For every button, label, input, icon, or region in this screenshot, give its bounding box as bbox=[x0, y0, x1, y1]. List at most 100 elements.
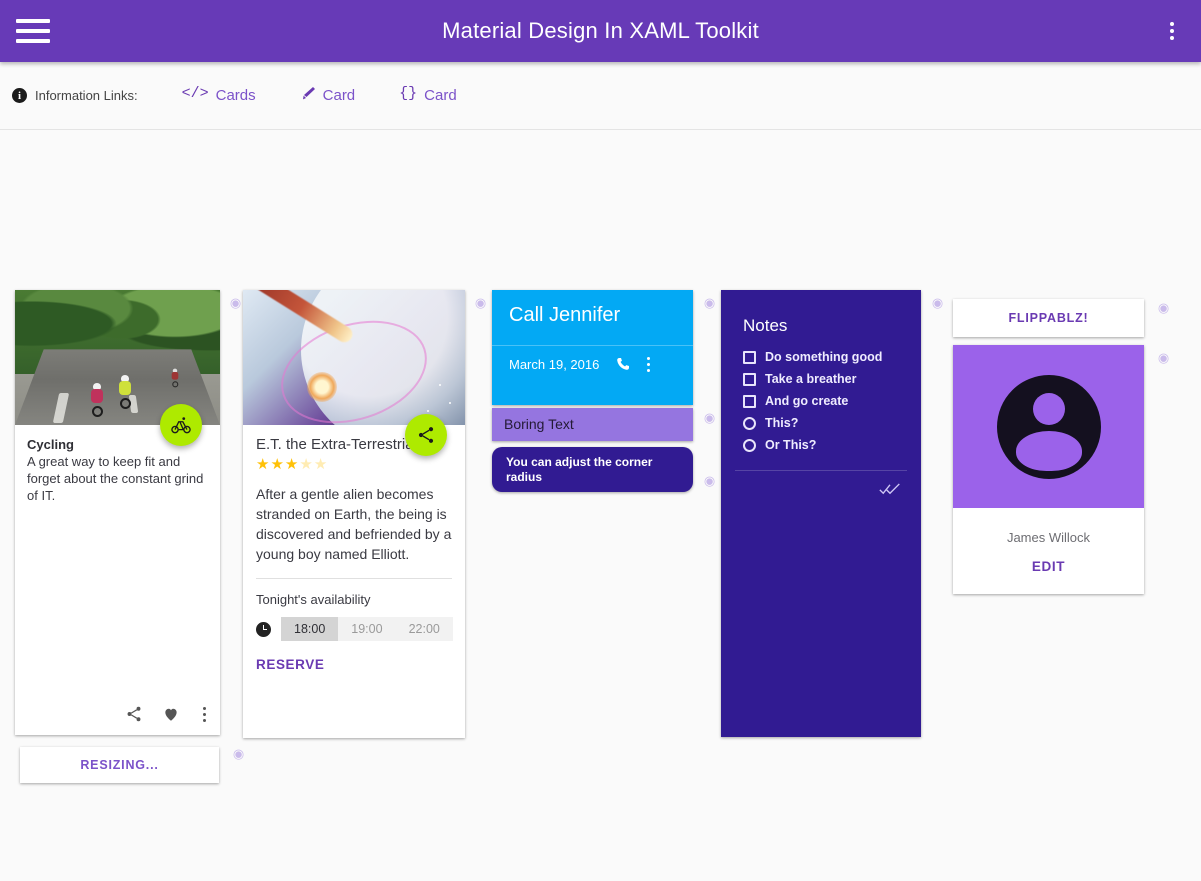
card-adorner[interactable]: ◉ bbox=[700, 411, 718, 426]
et-time-slots: 18:00 19:00 22:00 bbox=[243, 607, 465, 641]
et-photo bbox=[243, 290, 465, 425]
note-item[interactable]: And go create bbox=[743, 394, 921, 408]
time-slot-1900[interactable]: 19:00 bbox=[338, 617, 395, 641]
note-label: Take a breather bbox=[765, 372, 857, 386]
photo-cyclist bbox=[171, 368, 180, 388]
call-title: Call Jennifer bbox=[509, 304, 621, 326]
card-adorner[interactable]: ◉ bbox=[700, 296, 718, 311]
note-label: This? bbox=[765, 416, 799, 430]
note-item[interactable]: This? bbox=[743, 416, 921, 430]
card-notes[interactable]: Notes Do something good Take a breather … bbox=[721, 290, 921, 737]
kebab-dot bbox=[203, 712, 206, 716]
kebab-menu-icon[interactable] bbox=[1161, 20, 1183, 42]
card-boring-text[interactable]: Boring Text bbox=[492, 408, 693, 441]
torso bbox=[91, 389, 103, 403]
photo-star bbox=[439, 384, 441, 386]
card-adorner[interactable]: ◉ bbox=[1154, 301, 1172, 316]
card-et[interactable]: E.T. the Extra-Terrestrial ★★★★★ After a… bbox=[243, 290, 465, 738]
note-item[interactable]: Do something good bbox=[743, 350, 921, 364]
et-rating[interactable]: ★★★★★ bbox=[256, 457, 452, 472]
radio-icon[interactable] bbox=[743, 438, 756, 452]
checkbox-icon[interactable] bbox=[743, 394, 756, 408]
braces-icon: {} bbox=[399, 85, 418, 102]
card-profile[interactable]: James Willock EDIT bbox=[953, 345, 1144, 594]
cycling-actions bbox=[125, 705, 210, 723]
card-resizing[interactable]: RESIZING... bbox=[20, 747, 219, 783]
call-footer: March 19, 2016 bbox=[492, 346, 693, 372]
share-icon bbox=[418, 427, 434, 443]
corner-radius-label: You can adjust the corner radius bbox=[506, 455, 653, 484]
reserve-button[interactable]: RESERVE bbox=[243, 641, 465, 672]
photo-cyclist bbox=[89, 383, 105, 417]
note-item[interactable]: Or This? bbox=[743, 438, 921, 452]
link-cards-code[interactable]: </> Cards bbox=[182, 86, 256, 104]
checkbox-icon[interactable] bbox=[743, 372, 756, 386]
share-icon[interactable] bbox=[125, 705, 143, 723]
star-filled: ★ bbox=[270, 456, 285, 473]
star-empty: ★ bbox=[299, 456, 314, 473]
avatar-head bbox=[1032, 392, 1065, 425]
card-adorner[interactable]: ◉ bbox=[928, 296, 946, 311]
edit-button[interactable]: EDIT bbox=[953, 545, 1144, 574]
note-label: Or This? bbox=[765, 438, 817, 452]
kebab-menu-icon[interactable] bbox=[199, 706, 210, 722]
star-empty: ★ bbox=[313, 456, 329, 473]
kebab-dot bbox=[647, 368, 651, 372]
star-filled: ★ bbox=[256, 456, 271, 473]
share-fab-button[interactable] bbox=[405, 414, 447, 456]
card-cycling[interactable]: Cycling A great way to keep fit and forg… bbox=[15, 290, 220, 735]
kebab-dot bbox=[647, 362, 651, 366]
app-bar: Material Design In XAML Toolkit bbox=[0, 0, 1201, 62]
phone-icon[interactable] bbox=[615, 356, 631, 372]
kebab-dot bbox=[647, 356, 651, 360]
card-adorner[interactable]: ◉ bbox=[471, 296, 489, 311]
et-description: After a gentle alien becomes stranded on… bbox=[256, 486, 452, 562]
heart-icon[interactable] bbox=[162, 705, 180, 723]
kebab-dot bbox=[1170, 29, 1174, 33]
note-label: Do something good bbox=[765, 350, 883, 364]
wheel bbox=[172, 381, 179, 388]
flippablz-button[interactable]: FLIPPABLZ! bbox=[953, 299, 1144, 337]
hamburger-bar bbox=[16, 19, 50, 23]
card-flippablz[interactable]: FLIPPABLZ! bbox=[953, 299, 1144, 337]
cards-canvas: Cycling A great way to keep fit and forg… bbox=[0, 130, 1201, 881]
link-label: Card bbox=[424, 87, 457, 104]
information-links-label: Information Links: bbox=[35, 88, 138, 103]
card-corner-radius[interactable]: You can adjust the corner radius bbox=[492, 447, 693, 492]
note-item[interactable]: Take a breather bbox=[743, 372, 921, 386]
link-card-style[interactable]: Card bbox=[300, 86, 356, 104]
cycling-description: A great way to keep fit and forget about… bbox=[27, 454, 204, 503]
clock-icon bbox=[256, 621, 271, 637]
kebab-dot bbox=[203, 706, 206, 710]
bicycle-icon bbox=[171, 417, 191, 434]
avatar-zone bbox=[953, 345, 1144, 508]
resizing-button[interactable]: RESIZING... bbox=[20, 747, 219, 783]
card-call-jennifer[interactable]: Call Jennifer March 19, 2016 bbox=[492, 290, 693, 405]
time-slot-2200[interactable]: 22:00 bbox=[396, 617, 453, 641]
link-label: Card bbox=[322, 87, 356, 104]
slot-group: 18:00 19:00 22:00 bbox=[281, 617, 453, 641]
wheel bbox=[120, 398, 131, 409]
kebab-menu-icon[interactable] bbox=[647, 356, 651, 372]
card-adorner[interactable]: ◉ bbox=[1154, 351, 1172, 366]
et-availability-label: Tonight's availability bbox=[256, 592, 371, 607]
hamburger-icon[interactable] bbox=[16, 19, 50, 43]
checkbox-icon[interactable] bbox=[743, 350, 756, 364]
bicycle-fab-button[interactable] bbox=[160, 404, 202, 446]
profile-name: James Willock bbox=[1006, 530, 1091, 545]
photo-comet-glow bbox=[307, 372, 337, 402]
hamburger-bar bbox=[16, 29, 50, 33]
card-adorner[interactable]: ◉ bbox=[700, 474, 718, 489]
information-links-bar: i Information Links: </> Cards Card {} C… bbox=[0, 62, 1201, 130]
double-check-icon[interactable] bbox=[879, 482, 901, 500]
brush-icon bbox=[300, 86, 316, 102]
radio-icon[interactable] bbox=[743, 416, 756, 430]
link-card-xaml[interactable]: {} Card bbox=[399, 85, 457, 104]
divider bbox=[735, 470, 907, 471]
card-adorner[interactable]: ◉ bbox=[229, 747, 247, 762]
page-title: Material Design In XAML Toolkit bbox=[442, 18, 759, 43]
photo-cyclist bbox=[117, 375, 133, 409]
card-adorner[interactable]: ◉ bbox=[226, 296, 244, 311]
kebab-dot bbox=[1170, 36, 1174, 40]
time-slot-1800[interactable]: 18:00 bbox=[281, 617, 339, 641]
